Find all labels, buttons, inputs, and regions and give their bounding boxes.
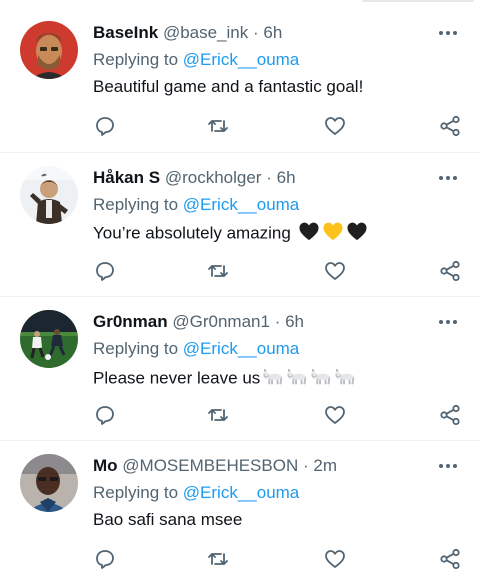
avatar[interactable] xyxy=(20,21,78,79)
timestamp[interactable]: 6h xyxy=(277,168,296,187)
top-tab-edge xyxy=(362,0,474,2)
reply-icon[interactable] xyxy=(93,403,117,427)
tweet-actions xyxy=(93,114,468,138)
share-icon[interactable] xyxy=(438,403,462,427)
share-icon[interactable] xyxy=(438,259,462,283)
tweet-text: Please never leave us xyxy=(93,365,356,393)
share-icon[interactable] xyxy=(438,547,462,571)
tweet-item[interactable]: Mo @MOSEMBEHESBON · 2m Replying to @Eric… xyxy=(0,440,480,584)
retweet-icon[interactable] xyxy=(206,114,230,138)
display-name[interactable]: Gr0nman xyxy=(93,312,168,331)
user-handle[interactable]: @base_ink xyxy=(163,23,248,42)
replying-to: Replying to @Erick__ouma xyxy=(93,338,299,360)
replying-to: Replying to @Erick__ouma xyxy=(93,482,299,504)
more-icon[interactable] xyxy=(438,312,458,332)
more-icon[interactable] xyxy=(438,23,458,43)
mention-link[interactable]: @Erick__ouma xyxy=(183,50,299,69)
replying-label: Replying to xyxy=(93,195,179,214)
tweet-item[interactable]: Håkan S @rockholger · 6h Replying to @Er… xyxy=(0,152,480,296)
timestamp[interactable]: 2m xyxy=(313,456,337,475)
user-handle[interactable]: @MOSEMBEHESBON xyxy=(122,456,298,475)
avatar[interactable] xyxy=(20,454,78,512)
goat-emoji xyxy=(310,365,332,393)
tweet-header: BaseInk @base_ink · 6h xyxy=(93,22,430,44)
avatar[interactable] xyxy=(20,310,78,368)
retweet-icon[interactable] xyxy=(206,547,230,571)
display-name[interactable]: BaseInk xyxy=(93,23,158,42)
separator: · xyxy=(302,456,309,475)
mention-link[interactable]: @Erick__ouma xyxy=(183,195,299,214)
goat-emoji xyxy=(262,365,284,393)
tweet-item[interactable]: BaseInk @base_ink · 6h Replying to @Eric… xyxy=(0,8,480,152)
tweet-actions xyxy=(93,403,468,427)
tweet-text: Bao safi sana msee xyxy=(93,510,243,529)
top-edge xyxy=(0,0,480,8)
replying-label: Replying to xyxy=(93,483,179,502)
mention-link[interactable]: @Erick__ouma xyxy=(183,339,299,358)
replying-to: Replying to @Erick__ouma xyxy=(93,49,299,71)
tweet-text-content: You’re absolutely amazing xyxy=(93,223,291,243)
display-name[interactable]: Håkan S xyxy=(93,168,160,187)
separator: · xyxy=(274,312,281,331)
replying-to: Replying to @Erick__ouma xyxy=(93,194,299,216)
like-icon[interactable] xyxy=(323,114,347,138)
display-name[interactable]: Mo xyxy=(93,456,118,475)
reply-icon[interactable] xyxy=(93,259,117,283)
goat-emoji xyxy=(286,365,308,393)
tweet-text-content: Please never leave us xyxy=(93,368,261,388)
tweet-actions xyxy=(93,259,468,283)
like-icon[interactable] xyxy=(323,259,347,283)
tweet-text: You’re absolutely amazing xyxy=(93,221,368,247)
replying-label: Replying to xyxy=(93,339,179,358)
separator: · xyxy=(266,168,272,187)
like-icon[interactable] xyxy=(323,403,347,427)
user-handle[interactable]: @Gr0nman1 xyxy=(172,312,270,331)
reply-icon[interactable] xyxy=(93,547,117,571)
timestamp[interactable]: 6h xyxy=(263,23,282,42)
share-icon[interactable] xyxy=(438,114,462,138)
replying-label: Replying to xyxy=(93,50,179,69)
black-heart-emoji xyxy=(298,221,320,247)
tweet-header: Gr0nman @Gr0nman1 · 6h xyxy=(93,311,430,333)
retweet-icon[interactable] xyxy=(206,403,230,427)
more-icon[interactable] xyxy=(438,168,458,188)
tweet-text: Beautiful game and a fantastic goal! xyxy=(93,77,364,96)
avatar[interactable] xyxy=(20,166,78,224)
separator: · xyxy=(252,23,259,42)
like-icon[interactable] xyxy=(323,547,347,571)
reply-feed: BaseInk @base_ink · 6h Replying to @Eric… xyxy=(0,8,480,584)
goat-emoji xyxy=(334,365,356,393)
retweet-icon[interactable] xyxy=(206,259,230,283)
more-icon[interactable] xyxy=(438,456,458,476)
reply-icon[interactable] xyxy=(93,114,117,138)
black-heart-emoji xyxy=(346,221,368,247)
yellow-heart-emoji xyxy=(322,221,344,247)
user-handle[interactable]: @rockholger xyxy=(165,168,262,187)
tweet-item[interactable]: Gr0nman @Gr0nman1 · 6h Replying to @Eric… xyxy=(0,296,480,440)
timestamp[interactable]: 6h xyxy=(285,312,304,331)
tweet-header: Håkan S @rockholger · 6h xyxy=(93,167,430,189)
mention-link[interactable]: @Erick__ouma xyxy=(183,483,299,502)
tweet-header: Mo @MOSEMBEHESBON · 2m xyxy=(93,455,430,477)
tweet-actions xyxy=(93,547,468,571)
